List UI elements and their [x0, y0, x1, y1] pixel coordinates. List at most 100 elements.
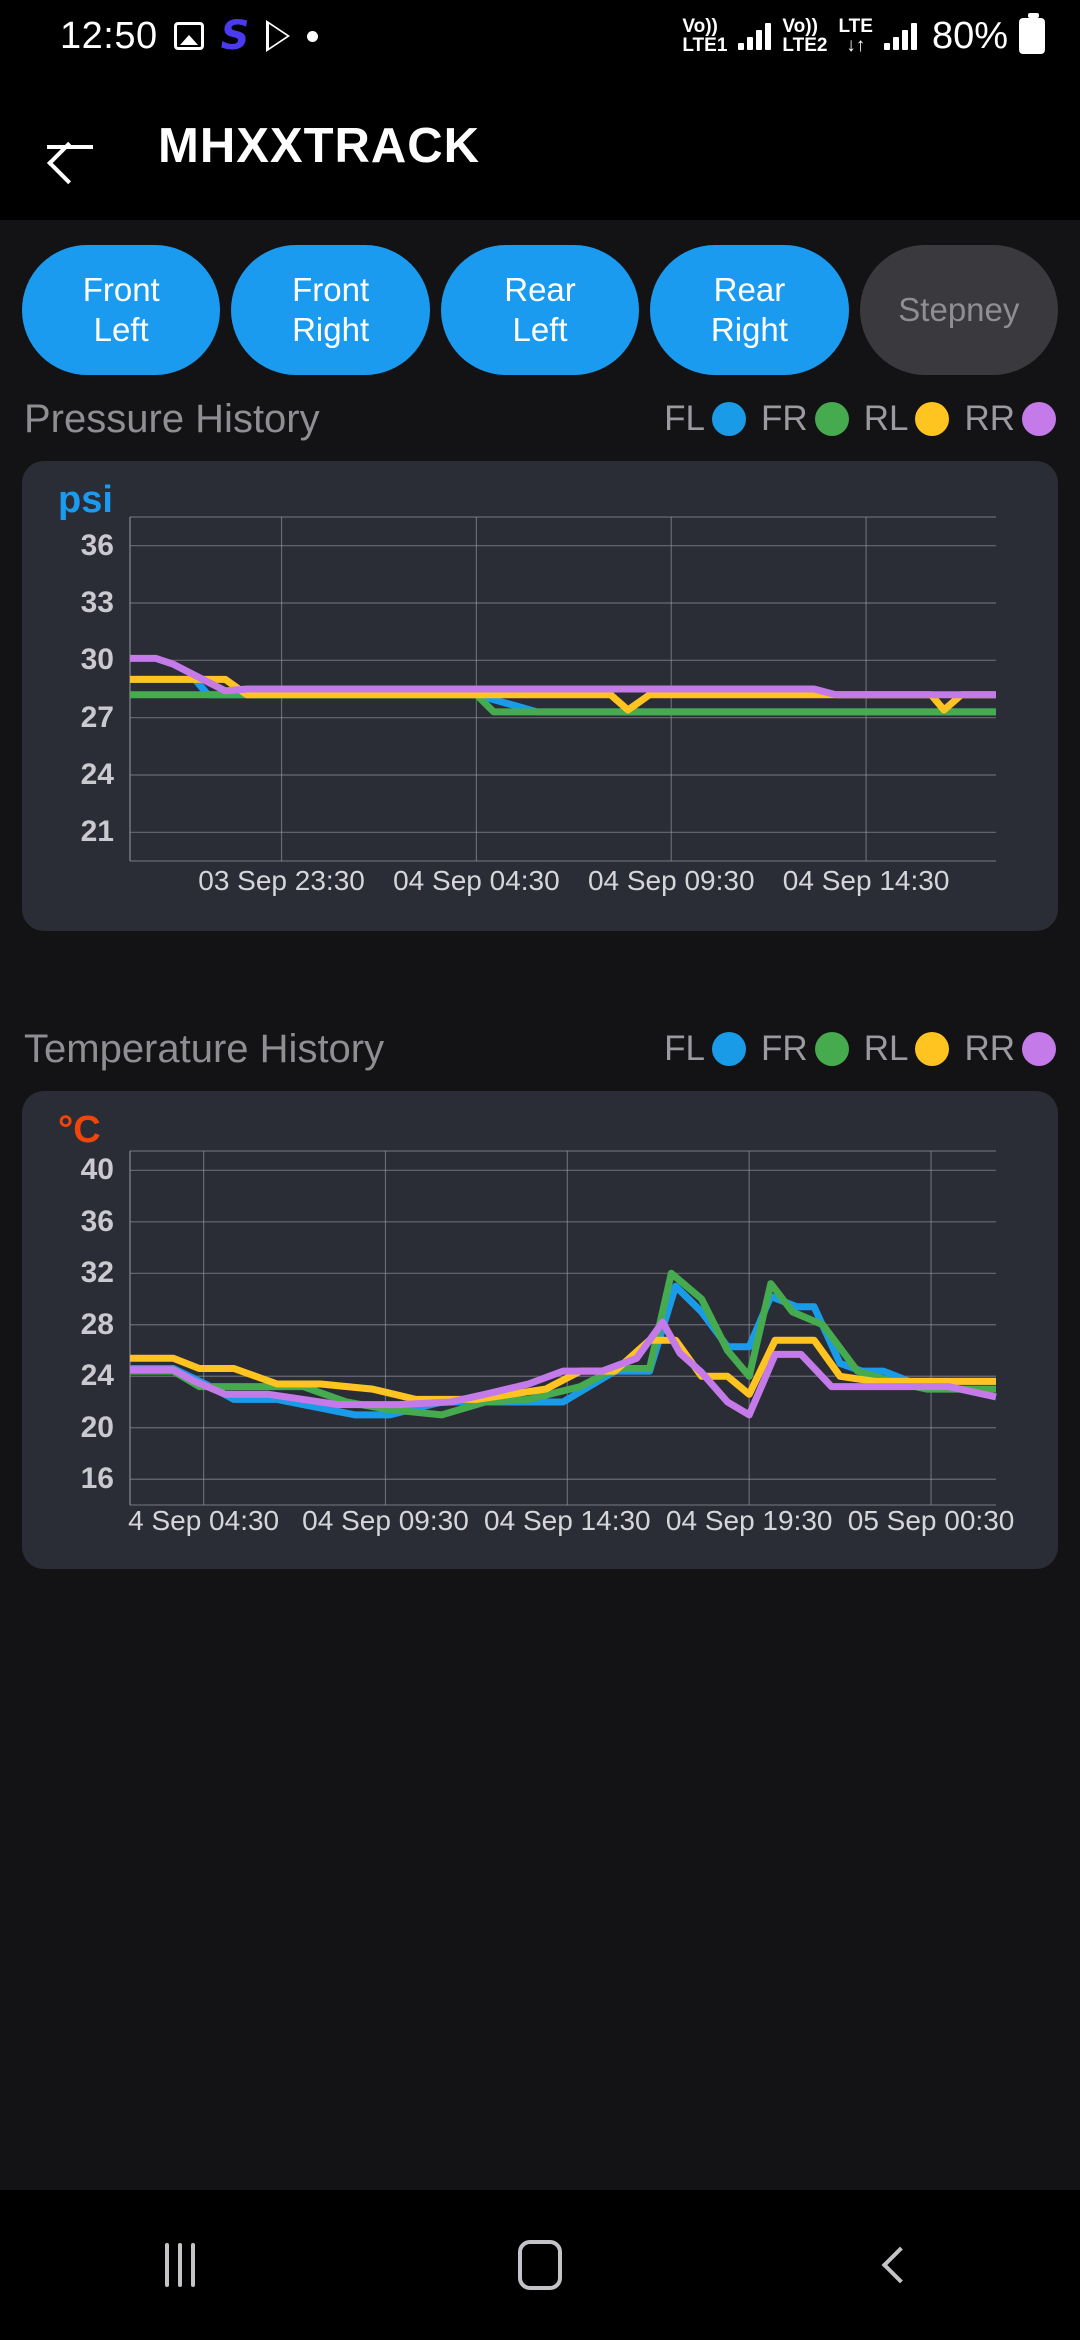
status-bar-right: Vo)) LTE1 Vo)) LTE2 LTE ↓↑ 80% [682, 13, 1045, 58]
y-tick-label: 20 [80, 1410, 114, 1444]
legend-temp-fl-dot-icon [712, 1032, 747, 1066]
pressure-section-header: Pressure History FL FR RL RR [0, 383, 1080, 455]
legend-fl-dot-icon [712, 402, 747, 436]
legend-temp-rl: RL [864, 1029, 950, 1069]
y-tick-label: 36 [80, 1204, 114, 1238]
chip-stepney-line1: Stepney [898, 290, 1020, 328]
pressure-plot: 36 33 30 27 24 21 [22, 509, 1058, 869]
system-back-button[interactable] [825, 2190, 975, 2340]
pressure-section-title: Pressure History [24, 396, 320, 441]
legend-rr-dot-icon [1022, 402, 1056, 436]
phone-screen: 12:50 S Vo)) LTE1 Vo)) LTE2 LTE ↓↑ 80% M… [0, 0, 1080, 2340]
tire-selector: Front Left Front Right Rear Left Rear Ri… [0, 220, 1080, 375]
x-tick-label: 04 Sep 09:30 [587, 865, 755, 896]
x-tick-label: 04 Sep 14:30 [782, 865, 950, 896]
dot-icon [307, 30, 319, 42]
legend-fr-dot-icon [814, 402, 849, 436]
volte-sim1-bottom: LTE1 [682, 35, 728, 56]
temperature-section-header: Temperature History FL FR RL RR [0, 1013, 1080, 1085]
play-store-icon [266, 20, 291, 52]
legend-rl-dot-icon [915, 402, 950, 436]
chip-front-left-line1: Front [82, 270, 160, 308]
y-tick-label: 27 [80, 700, 114, 734]
temperature-chart-card[interactable]: °C 40 36 32 28 24 20 16 4 Sep 04:30 04 Sep 09:3… [22, 1091, 1058, 1569]
home-icon [518, 2240, 562, 2290]
x-tick-label: 04 Sep 19:30 [665, 1505, 833, 1536]
volte-sim1-icon: Vo)) LTE1 [682, 16, 728, 56]
x-tick-label: 4 Sep 04:30 [128, 1505, 280, 1536]
pressure-chart-card[interactable]: psi 36 33 30 27 24 21 03 Sep 23:30 04 Sep 04:3… [22, 461, 1058, 931]
recent-apps-icon [165, 2243, 195, 2287]
temperature-legend: FL FR RL RR [664, 1029, 1056, 1069]
page-body: Front Left Front Right Rear Left Rear Ri… [0, 220, 1080, 2190]
battery-percent: 80% [931, 14, 1008, 57]
chip-front-left-line2: Left [93, 311, 149, 348]
y-tick-label: 16 [80, 1462, 114, 1496]
legend-rl: RL [864, 399, 950, 439]
status-bar: 12:50 S Vo)) LTE1 Vo)) LTE2 LTE ↓↑ 80% [0, 0, 1080, 72]
y-tick-label: 36 [80, 528, 114, 562]
x-tick-label: 04 Sep 14:30 [484, 1505, 651, 1536]
legend-temp-rl-label: RL [863, 1029, 909, 1068]
legend-temp-fr: FR [761, 1029, 849, 1069]
back-arrow-icon [47, 123, 93, 169]
page-title: MHXXTRACK [158, 119, 481, 173]
x-tick-label: 03 Sep 23:30 [198, 865, 365, 896]
data-arrows-icon: ↓↑ [846, 35, 866, 56]
y-tick-label: 24 [80, 758, 114, 791]
signal-bars-sim2-icon [883, 22, 917, 50]
legend-temp-fl: FL [664, 1029, 747, 1069]
chip-rear-right[interactable]: Rear Right [650, 245, 849, 375]
legend-fl-label: FL [664, 399, 706, 438]
pressure-x-axis: 03 Sep 23:30 04 Sep 04:30 04 Sep 09:30 04 S… [22, 865, 1058, 927]
status-time: 12:50 [60, 14, 158, 57]
legend-temp-fl-label: FL [664, 1029, 706, 1068]
x-tick-label: 04 Sep 04:30 [393, 865, 560, 896]
x-tick-label: 04 Sep 09:30 [302, 1505, 469, 1536]
chip-rear-right-line2: Right [710, 311, 788, 348]
chip-front-right[interactable]: Front Right [231, 245, 430, 375]
legend-rr-label: RR [964, 399, 1015, 438]
volte-sim2-icon: Vo)) LTE2 [782, 15, 828, 56]
system-nav-bar [0, 2190, 1080, 2340]
y-tick-label: 28 [80, 1307, 114, 1341]
chip-rear-left-line2: Left [512, 311, 568, 348]
legend-temp-rr-label: RR [964, 1029, 1015, 1068]
legend-fr: FR [761, 399, 849, 439]
legend-rr: RR [964, 399, 1056, 439]
y-tick-label: 32 [80, 1256, 114, 1290]
y-tick-label: 30 [80, 643, 114, 677]
legend-temp-fr-label: FR [761, 1029, 808, 1068]
volte-sim2-bottom: LTE2 [782, 35, 828, 56]
chip-front-left[interactable]: Front Left [22, 245, 221, 375]
chip-rear-right-line1: Rear [713, 270, 786, 308]
home-button[interactable] [465, 2190, 615, 2340]
recent-apps-button[interactable] [105, 2190, 255, 2340]
chip-rear-left-line1: Rear [504, 270, 576, 308]
legend-fl: FL [664, 399, 747, 439]
app-bar: MHXXTRACK [0, 72, 1080, 220]
chip-stepney[interactable]: Stepney [859, 245, 1059, 375]
battery-icon [1019, 13, 1045, 54]
legend-fr-label: FR [761, 399, 808, 438]
back-icon [881, 2246, 919, 2284]
legend-rl-label: RL [863, 399, 909, 438]
temperature-x-axis: 4 Sep 04:30 04 Sep 09:30 04 Sep 14:30 04 Se… [22, 1505, 1058, 1567]
back-button[interactable] [22, 98, 118, 194]
temperature-plot: 40 36 32 28 24 20 16 [22, 1143, 1058, 1513]
x-tick-label: 05 Sep 00:30 [847, 1505, 1015, 1536]
y-tick-label: 40 [80, 1153, 114, 1187]
chip-rear-left[interactable]: Rear Left [440, 245, 640, 375]
s-app-icon: S [220, 13, 250, 59]
volte-sim2-top: Vo)) [782, 15, 818, 37]
y-tick-label: 33 [80, 586, 114, 619]
signal-bars-sim1-icon [738, 22, 772, 50]
photo-icon [173, 22, 204, 50]
legend-temp-rr: RR [964, 1029, 1056, 1069]
legend-temp-rl-dot-icon [915, 1032, 950, 1066]
legend-temp-rr-dot-icon [1022, 1032, 1056, 1066]
temperature-section-title: Temperature History [24, 1026, 385, 1071]
chip-front-right-line2: Right [292, 311, 370, 348]
lte-data-icon: LTE ↓↑ [838, 16, 872, 56]
status-notification-icons: S [173, 13, 319, 59]
